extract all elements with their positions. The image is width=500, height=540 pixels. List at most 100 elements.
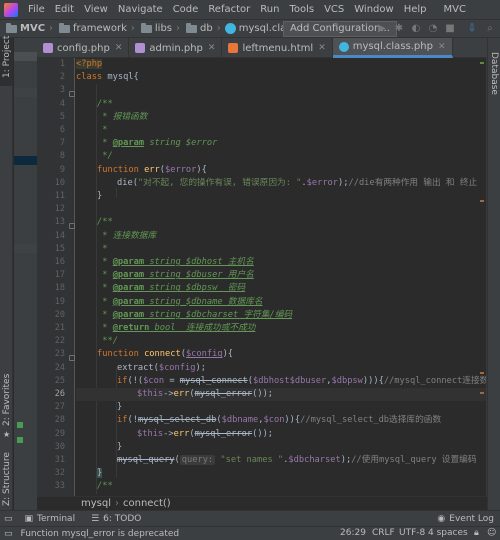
fold-icon[interactable] (69, 355, 75, 361)
line-number: 5 (59, 111, 65, 122)
inspection-ok-icon[interactable] (480, 62, 484, 64)
caret-position[interactable]: 26:29 (340, 528, 366, 538)
database-tool-button[interactable]: Database (489, 52, 499, 95)
folder-icon (140, 22, 152, 33)
todo-tool-button[interactable]: 6: TODO (103, 514, 141, 524)
fold-icon[interactable] (69, 223, 75, 229)
indent-setting[interactable]: 4 spaces (428, 528, 468, 538)
tab-admin-php[interactable]: admin.php ✕ (129, 38, 223, 58)
close-icon[interactable]: ✕ (438, 42, 446, 52)
code-editor[interactable]: <?php class mysql{ /** * 报错函数 * * @param… (76, 58, 487, 496)
code-line: class mysql{ (76, 72, 139, 83)
menu-view[interactable]: View (79, 4, 113, 15)
tree-row[interactable] (14, 244, 37, 253)
chevron-right-icon: › (115, 498, 119, 509)
debug-icon[interactable]: ✱ (393, 23, 405, 35)
line-separator[interactable]: CRLF (372, 528, 395, 538)
search-icon[interactable]: ⌕ (484, 23, 496, 35)
line-number: 28 (54, 415, 65, 426)
close-icon[interactable]: ✕ (115, 43, 123, 53)
menu-code[interactable]: Code (168, 4, 204, 15)
menu-window[interactable]: Window (349, 4, 398, 15)
menu-file[interactable]: File (23, 4, 50, 15)
code-line: } (97, 191, 103, 201)
line-number: 13 (54, 217, 65, 228)
tab-label: config.php (57, 42, 110, 54)
menu-edit[interactable]: Edit (50, 4, 79, 15)
line-number: 25 (54, 375, 65, 386)
terminal-tool-button[interactable]: Terminal (37, 514, 75, 524)
vcs-icon[interactable]: ⇩ (466, 23, 478, 35)
code-line: * @param string $dbpsw 密码 (97, 283, 246, 294)
line-number: 4 (59, 98, 65, 109)
menu-tools[interactable]: Tools (284, 4, 319, 15)
crumb-framework[interactable]: framework (73, 23, 127, 34)
warning-marker[interactable] (480, 392, 484, 394)
todo-icon: ☰ (91, 513, 100, 524)
php-class-icon (224, 23, 236, 34)
crumb-project[interactable]: MVC (20, 23, 45, 34)
run-icon[interactable]: ▶ (376, 23, 388, 35)
line-number: 12 (54, 204, 65, 215)
structure-tool-button[interactable]: Z: Structure (2, 452, 12, 506)
star-icon: ★ (3, 430, 11, 439)
status-layout-icon[interactable]: ▭ (4, 529, 13, 539)
profile-icon[interactable]: ◔ (427, 23, 439, 35)
menu-run[interactable]: Run (255, 4, 284, 15)
tree-row-selected[interactable] (14, 156, 37, 165)
line-number: 9 (59, 164, 65, 175)
tree-row[interactable] (14, 52, 37, 61)
tree-node-icon (17, 422, 23, 428)
chevron-right-icon: › (49, 23, 54, 34)
tab-config-php[interactable]: config.php ✕ (37, 38, 130, 58)
file-encoding[interactable]: UTF-8 (399, 528, 425, 538)
close-icon[interactable]: ✕ (318, 43, 326, 53)
layout-icon[interactable]: ▭ (4, 514, 13, 524)
line-number: 27 (54, 402, 65, 413)
stop-icon[interactable]: ■ (444, 23, 456, 35)
event-log-button[interactable]: Event Log (449, 514, 494, 524)
window-title: MVC (443, 4, 466, 15)
line-number: 32 (54, 468, 65, 479)
project-tool-button[interactable]: 1: Project (2, 36, 12, 78)
lock-icon[interactable]: 🔒︎ (474, 528, 479, 538)
tree-row[interactable] (14, 88, 37, 97)
favorites-tool-button[interactable]: 2: Favorites (2, 374, 12, 426)
line-number: 21 (54, 323, 65, 333)
warning-marker[interactable] (480, 372, 484, 374)
menu-refactor[interactable]: Refactor (203, 4, 255, 15)
line-number: 3 (59, 85, 65, 96)
code-line: * @param string $error (97, 138, 218, 149)
terminal-icon: ▣ (24, 513, 34, 524)
code-line: **/ (97, 336, 118, 347)
fold-icon[interactable] (69, 91, 75, 97)
tab-mysql-class-php[interactable]: mysql.class.php ✕ (332, 38, 453, 58)
crumb-method[interactable]: connect() (123, 498, 171, 509)
crumb-class[interactable]: mysql (81, 498, 111, 509)
right-tool-strip: Database (487, 38, 500, 510)
navigation-bar: MVC › framework › libs › db › mysql.clas… (0, 19, 500, 38)
code-line: <?php (76, 59, 103, 69)
warning-marker[interactable] (480, 200, 484, 202)
code-line: * @param string $dbuser 用户名 (97, 270, 254, 281)
crumb-db[interactable]: db (200, 23, 213, 34)
php-file-icon (43, 43, 53, 53)
tab-leftmenu-html[interactable]: leftmenu.html ✕ (222, 38, 333, 58)
inspector-icon[interactable]: ☺︎ (487, 528, 496, 538)
menu-help[interactable]: Help (399, 4, 432, 15)
line-number: 14 (54, 230, 65, 241)
close-icon[interactable]: ✕ (208, 43, 216, 53)
html-file-icon (228, 43, 239, 53)
crumb-libs[interactable]: libs (155, 23, 172, 34)
folder-icon (59, 22, 71, 33)
menu-vcs[interactable]: VCS (319, 4, 349, 15)
code-line: extract($config); (117, 362, 206, 373)
tab-label: mysql.class.php (352, 41, 433, 52)
code-line: * @param string $dbname 数据库名 (97, 296, 263, 307)
right-margin-guide (486, 58, 487, 496)
menu-navigate[interactable]: Navigate (113, 4, 168, 15)
code-line: /** (97, 217, 113, 228)
code-line: } (117, 441, 123, 452)
code-line: * @param string $dbcharset 字符集/编码 (97, 309, 293, 320)
coverage-icon[interactable]: ◐ (410, 23, 422, 35)
